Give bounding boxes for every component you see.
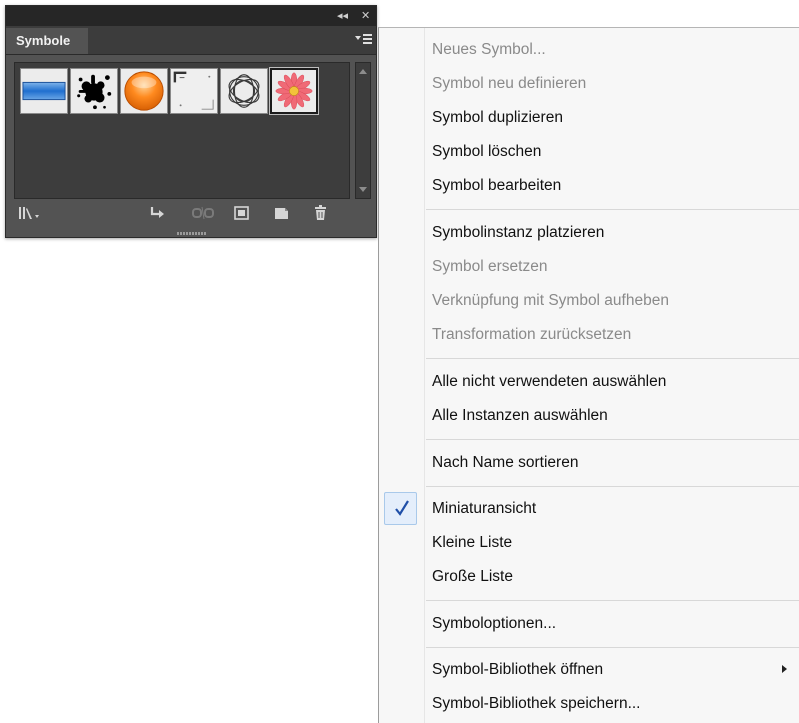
menu-item-symbol-loeschen[interactable]: Symbol löschen — [379, 135, 799, 168]
menu-item-transformation-zuruecksetzen[interactable]: Transformation zurücksetzen — [379, 318, 799, 351]
menu-item-symbol-duplizieren[interactable]: Symbol duplizieren — [379, 101, 799, 134]
symbol-libraries-menu-icon[interactable] — [18, 205, 44, 221]
menu-separator — [426, 209, 799, 210]
menu-item-label: Symboloptionen... — [432, 615, 557, 632]
break-link-icon — [191, 205, 215, 221]
menu-item-alle-instanzen[interactable]: Alle Instanzen auswählen — [379, 399, 799, 432]
symbol-thumb-corner-frame[interactable] — [170, 68, 218, 114]
thumbnail-scrollbar[interactable] — [355, 62, 371, 199]
delete-symbol-icon[interactable] — [312, 205, 330, 221]
menu-item-label: Miniaturansicht — [432, 500, 537, 517]
close-panel-icon[interactable]: ✕ — [361, 8, 370, 24]
symbol-thumb-orange-button[interactable] — [120, 68, 168, 114]
corner-frame-icon — [171, 69, 217, 113]
menu-separator — [426, 358, 799, 359]
menu-item-label: Symbol duplizieren — [432, 109, 563, 126]
place-symbol-instance-icon[interactable] — [149, 205, 167, 221]
menu-item-kleine-liste[interactable]: Kleine Liste — [379, 526, 799, 559]
menu-item-symbol-ersetzen[interactable]: Symbol ersetzen — [379, 250, 799, 283]
tab-symbole[interactable]: Symbole — [6, 28, 88, 54]
panel-title-bar[interactable]: ◂◂ ✕ — [6, 6, 376, 26]
collapse-panel-icon[interactable]: ◂◂ — [337, 8, 348, 24]
menu-separator — [426, 486, 799, 487]
panel-menu-icon[interactable] — [354, 32, 372, 46]
menu-item-label: Kleine Liste — [432, 534, 513, 551]
scroll-down-arrow-icon[interactable] — [359, 187, 367, 192]
menu-item-label: Alle nicht verwendeten auswählen — [432, 373, 667, 390]
menu-item-grosse-liste[interactable]: Große Liste — [379, 560, 799, 593]
menu-item-label: Alle Instanzen auswählen — [432, 407, 608, 424]
menu-item-neues-symbol[interactable]: Neues Symbol... — [379, 33, 799, 66]
menu-item-symbol-neu-definieren[interactable]: Symbol neu definieren — [379, 67, 799, 100]
blue-banner-icon — [22, 81, 66, 101]
menu-item-bibliothek-oeffnen[interactable]: Symbol-Bibliothek öffnen — [379, 653, 799, 686]
panel-flyout-menu: Neues Symbol... Symbol neu definieren Sy… — [378, 27, 799, 723]
menu-item-label: Transformation zurücksetzen — [432, 326, 632, 343]
menu-item-alle-nicht-verwendeten[interactable]: Alle nicht verwendeten auswählen — [379, 365, 799, 398]
submenu-arrow-icon — [782, 665, 787, 673]
ink-splatter-icon — [77, 74, 112, 110]
menu-item-label: Neues Symbol... — [432, 41, 546, 58]
menu-item-bibliothek-speichern[interactable]: Symbol-Bibliothek speichern... — [379, 687, 799, 720]
menu-item-miniaturansicht[interactable]: Miniaturansicht — [379, 492, 799, 525]
panel-resize-grip[interactable] — [177, 232, 207, 235]
orange-button-icon — [124, 71, 164, 111]
symbols-panel: ◂◂ ✕ Symbole — [5, 5, 377, 238]
menu-item-symbol-bearbeiten[interactable]: Symbol bearbeiten — [379, 169, 799, 202]
symbol-options-icon[interactable] — [233, 205, 251, 221]
menu-item-symbolinstanz-platzieren[interactable]: Symbolinstanz platzieren — [379, 216, 799, 249]
menu-separator — [426, 439, 799, 440]
symbol-thumb-wreath[interactable] — [220, 68, 268, 114]
symbol-thumbnail-grid — [14, 62, 350, 199]
menu-separator — [426, 600, 799, 601]
new-symbol-icon[interactable] — [273, 205, 291, 221]
panel-tab-bar: Symbole — [6, 26, 376, 55]
menu-item-label: Verknüpfung mit Symbol aufheben — [432, 292, 669, 309]
menu-item-label: Symbol-Bibliothek speichern... — [432, 695, 641, 712]
menu-item-nach-name-sortieren[interactable]: Nach Name sortieren — [379, 446, 799, 479]
symbol-thumb-ink-splatter[interactable] — [70, 68, 118, 114]
menu-item-label: Nach Name sortieren — [432, 454, 579, 471]
scroll-up-arrow-icon[interactable] — [359, 69, 367, 74]
symbol-thumb-blue-banner[interactable] — [20, 68, 68, 114]
menu-item-verknuepfung-aufheben[interactable]: Verknüpfung mit Symbol aufheben — [379, 284, 799, 317]
menu-item-label: Große Liste — [432, 568, 513, 585]
menu-item-label: Symbol bearbeiten — [432, 177, 562, 194]
menu-separator — [426, 647, 799, 648]
menu-item-label: Symbolinstanz platzieren — [432, 224, 605, 241]
symbol-thumb-daisy[interactable] — [270, 68, 318, 114]
menu-item-label: Symbol ersetzen — [432, 258, 548, 275]
wreath-icon — [228, 74, 260, 108]
menu-item-label: Symbol löschen — [432, 143, 542, 160]
daisy-icon — [275, 72, 313, 110]
menu-item-symboloptionen[interactable]: Symboloptionen... — [379, 607, 799, 640]
menu-item-label: Symbol neu definieren — [432, 75, 587, 92]
menu-item-label: Symbol-Bibliothek öffnen — [432, 661, 604, 678]
